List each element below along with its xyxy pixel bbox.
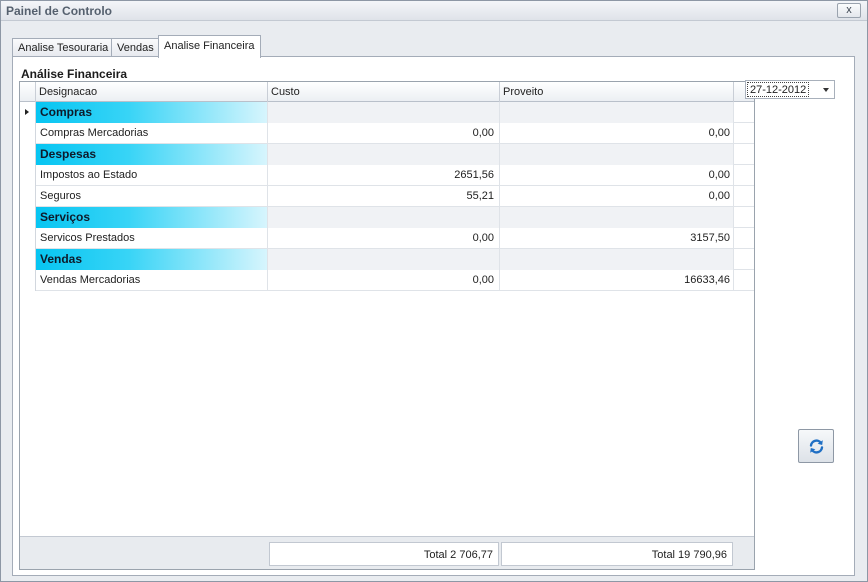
- proveito-cell: 3157,50: [500, 228, 734, 249]
- row-selector[interactable]: [20, 102, 36, 123]
- tab-vendas[interactable]: Vendas: [111, 38, 160, 57]
- proveito-cell: [500, 102, 734, 123]
- group-row-despesas[interactable]: Despesas: [20, 144, 754, 165]
- custo-cell: [268, 207, 500, 228]
- table-row[interactable]: Impostos ao Estado 2651,56 0,00: [20, 165, 754, 186]
- column-header-proveito[interactable]: Proveito: [500, 82, 734, 102]
- title-bar: Painel de Controlo x: [1, 1, 867, 21]
- column-header-designacao[interactable]: Designacao: [36, 82, 268, 102]
- row-selector[interactable]: [20, 270, 36, 291]
- grid-header: Designacao Custo Proveito: [20, 82, 754, 102]
- total-custo: Total 2 706,77: [269, 542, 499, 566]
- column-header-custo[interactable]: Custo: [268, 82, 500, 102]
- tab-analise-financeira[interactable]: Analise Financeira: [158, 35, 261, 58]
- chevron-down-icon[interactable]: [823, 88, 829, 92]
- custo-cell: [268, 102, 500, 123]
- total-proveito: Total 19 790,96: [501, 542, 733, 566]
- row-selector[interactable]: [20, 186, 36, 207]
- proveito-cell: 16633,46: [500, 270, 734, 291]
- financial-grid[interactable]: Designacao Custo Proveito Compras Compra…: [19, 81, 755, 570]
- table-row[interactable]: Seguros 55,21 0,00: [20, 186, 754, 207]
- proveito-cell: 0,00: [500, 165, 734, 186]
- designacao-cell: Compras: [36, 102, 268, 123]
- proveito-cell: 0,00: [500, 186, 734, 207]
- refresh-button[interactable]: [798, 429, 834, 463]
- proveito-cell: [500, 144, 734, 165]
- row-selector[interactable]: [20, 228, 36, 249]
- tab-page-analise-financeira: Análise Financeira Designacao Custo Prov…: [12, 56, 855, 576]
- designacao-cell: Seguros: [36, 186, 268, 207]
- row-selector[interactable]: [20, 144, 36, 165]
- date-picker[interactable]: 27-12-2012: [745, 80, 835, 99]
- custo-cell: [268, 144, 500, 165]
- group-row-servicos[interactable]: Serviços: [20, 207, 754, 228]
- window-title: Painel de Controlo: [6, 4, 113, 18]
- proveito-cell: [500, 249, 734, 270]
- tab-analise-tesouraria[interactable]: Analise Tesouraria: [12, 38, 115, 57]
- group-row-vendas[interactable]: Vendas: [20, 249, 754, 270]
- refresh-icon: [809, 439, 824, 454]
- table-row[interactable]: Servicos Prestados 0,00 3157,50: [20, 228, 754, 249]
- designacao-cell: Vendas Mercadorias: [36, 270, 268, 291]
- group-row-compras[interactable]: Compras: [20, 102, 754, 123]
- table-row[interactable]: Compras Mercadorias 0,00 0,00: [20, 123, 754, 144]
- table-row[interactable]: Vendas Mercadorias 0,00 16633,46: [20, 270, 754, 291]
- designacao-cell: Impostos ao Estado: [36, 165, 268, 186]
- row-selector[interactable]: [20, 165, 36, 186]
- custo-cell: 55,21: [268, 186, 500, 207]
- control-panel-window: Painel de Controlo x Analise Tesouraria …: [0, 0, 868, 582]
- grid-rows: Compras Compras Mercadorias 0,00 0,00 De…: [20, 102, 754, 291]
- designacao-cell: Vendas: [36, 249, 268, 270]
- proveito-cell: [500, 207, 734, 228]
- grid-footer: Total 2 706,77 Total 19 790,96: [20, 536, 754, 569]
- designacao-cell: Serviços: [36, 207, 268, 228]
- designacao-cell: Compras Mercadorias: [36, 123, 268, 144]
- row-selector[interactable]: [20, 207, 36, 228]
- custo-cell: [268, 249, 500, 270]
- proveito-cell: 0,00: [500, 123, 734, 144]
- date-value[interactable]: 27-12-2012: [747, 82, 810, 97]
- header-selector: [20, 82, 36, 102]
- designacao-cell: Servicos Prestados: [36, 228, 268, 249]
- custo-cell: 0,00: [268, 228, 500, 249]
- row-selector[interactable]: [20, 249, 36, 270]
- close-button[interactable]: x: [837, 3, 861, 18]
- custo-cell: 2651,56: [268, 165, 500, 186]
- custo-cell: 0,00: [268, 270, 500, 291]
- section-title: Análise Financeira: [21, 67, 128, 81]
- row-selector[interactable]: [20, 123, 36, 144]
- current-row-arrow-icon: [25, 109, 29, 115]
- custo-cell: 0,00: [268, 123, 500, 144]
- designacao-cell: Despesas: [36, 144, 268, 165]
